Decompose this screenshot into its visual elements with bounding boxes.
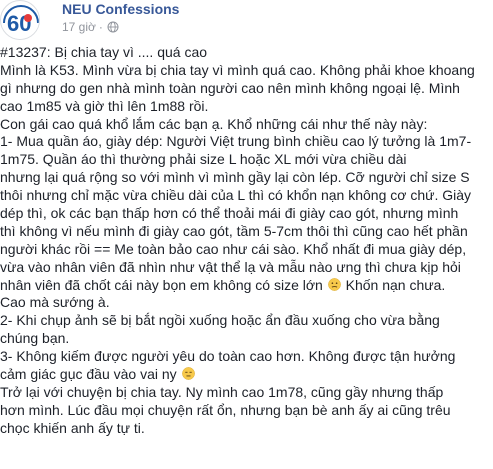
post-line: Cao mà sướng à.	[0, 294, 110, 311]
post-line: 1- Mua quần áo, giày dép: Người Việt tru…	[0, 133, 472, 150]
post-line: hơn mình. Lúc đầu mọi chuyện rất ổn, như…	[0, 401, 451, 418]
post-line: 1m75. Quần áo thì thường phải size L hoặ…	[0, 151, 407, 168]
post-line-text: cảm giác gục đầu vào vai ny	[0, 366, 177, 383]
post-line: nhưng lại quá rộng so với mình vì mình g…	[0, 169, 470, 186]
facebook-post: 60 NEU Confessions 17 giờ · #13237: Bị c…	[0, 0, 493, 469]
page-name-link[interactable]: NEU Confessions	[62, 1, 179, 17]
post-line: dép thì, ok các bạn thấp hơn có thể thoả…	[0, 205, 459, 222]
meta-separator: ·	[98, 20, 103, 34]
post-line: Con gái cao quá khổ lắm các bạn ạ. Khổ n…	[0, 115, 428, 132]
post-line: cao 1m85 và giờ thì lên 1m88 rồi.	[0, 97, 209, 114]
post-line: chọc khiến anh ấy tự ti.	[0, 419, 145, 436]
post-body: #13237: Bị chia tay vì .... quá cao Mình…	[0, 44, 493, 438]
post-timestamp[interactable]: 17 giờ	[62, 20, 96, 34]
post-line-text: nhân viên đã chốt cái này bọn em không c…	[0, 276, 323, 293]
post-line: người khác rồi == Me toàn bảo cao như cá…	[0, 240, 467, 257]
post-meta: 17 giờ ·	[62, 20, 119, 34]
post-line: Mình là K53. Mình vừa bị chia tay vì mìn…	[0, 61, 475, 78]
expressionless-face-emoji-icon	[181, 367, 195, 380]
post-line: 3- Không kiếm được người yêu do toàn cao…	[0, 348, 456, 365]
post-line-text: Khốn nạn chưa.	[345, 276, 446, 293]
globe-icon[interactable]	[107, 21, 119, 33]
page-avatar[interactable]: 60	[0, 0, 40, 40]
post-line: #13237: Bị chia tay vì .... quá cao	[0, 44, 208, 60]
confused-face-emoji-icon	[327, 277, 341, 291]
post-line-with-emoji: cảm giác gục đầu vào vai ny	[0, 366, 493, 384]
post-header: 60 NEU Confessions 17 giờ ·	[0, 0, 493, 48]
post-line: 2- Khi chụp ảnh sẽ bị bắt ngồi xuống hoặ…	[0, 312, 440, 329]
post-line: Trở lại với chuyện bị chia tay. Ny mình …	[0, 383, 444, 400]
post-line-with-emoji: nhân viên đã chốt cái này bọn em không c…	[0, 277, 493, 295]
post-line: thì không vì nếu mình đi giày cao gót, t…	[0, 222, 468, 239]
post-line: vừa vào nhân viên đã nhìn như vật thể lạ…	[0, 258, 461, 275]
post-line: thôi nhưng chỉ mặc vừa chiều dài của L t…	[0, 187, 472, 204]
avatar-logo-icon: 60	[2, 2, 39, 39]
post-line: chúng bạn.	[0, 330, 70, 347]
post-line: gì nhưng do gen nhà mình toàn người cao …	[0, 79, 460, 96]
